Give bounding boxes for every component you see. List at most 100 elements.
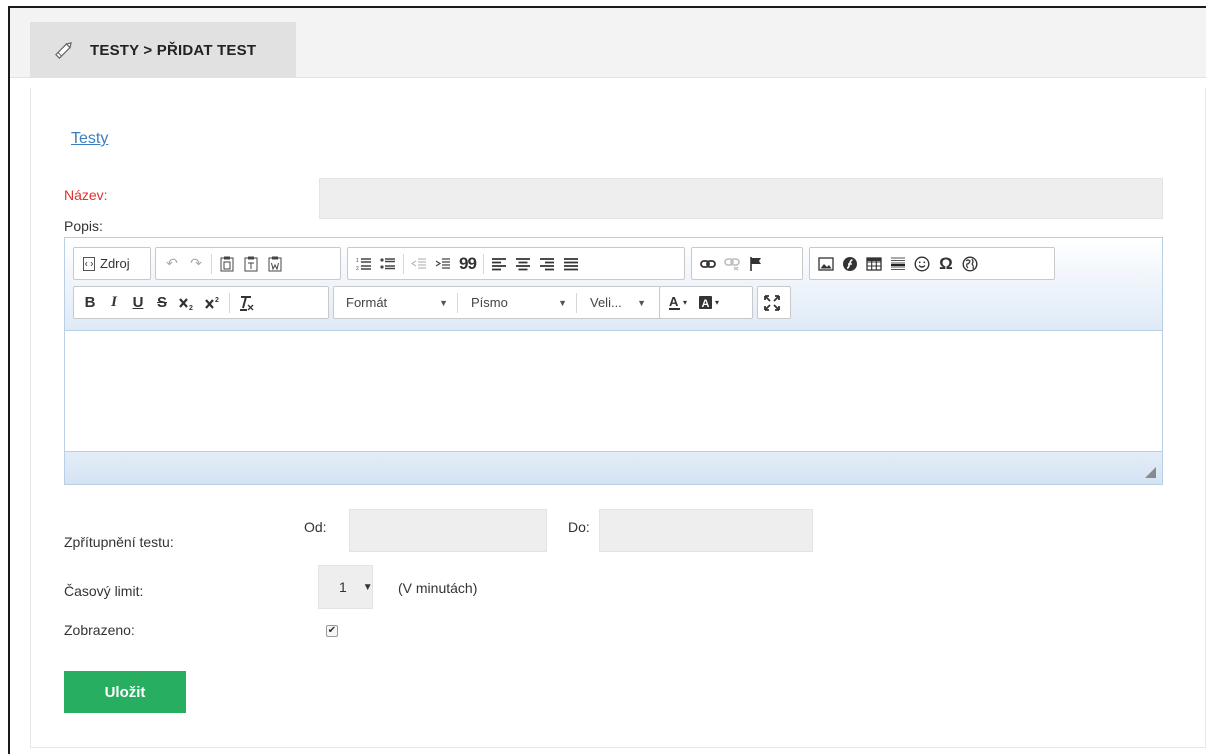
justify-button[interactable] bbox=[559, 251, 583, 276]
subscript-button[interactable]: 2 bbox=[174, 290, 200, 315]
editor-content-area[interactable] bbox=[65, 331, 1162, 451]
paste-icon bbox=[220, 256, 234, 271]
numbered-list-icon: 12 bbox=[356, 258, 371, 271]
toolbar-group-basicstyles: B I U S 2 2 bbox=[73, 286, 329, 319]
iframe-button[interactable] bbox=[958, 251, 982, 276]
name-input[interactable] bbox=[319, 178, 1163, 219]
rich-text-editor: Zdroj ↶ ↷ 1 2 99 Ω B I U S 2 2 Formát ▼ … bbox=[64, 237, 1163, 485]
redo-button[interactable]: ↷ bbox=[184, 251, 208, 276]
to-date-input[interactable] bbox=[599, 509, 813, 552]
time-limit-unit: (V minutách) bbox=[398, 580, 478, 596]
subscript-icon: 2 bbox=[179, 297, 193, 311]
numbered-list-button[interactable]: 12 bbox=[352, 251, 376, 276]
italic-icon: I bbox=[111, 294, 117, 310]
toolbar-separator bbox=[211, 253, 212, 274]
blockquote-button[interactable]: 99 bbox=[455, 251, 480, 276]
background-color-button[interactable]: A ▾ bbox=[694, 290, 726, 315]
checkmark-icon: ✔ bbox=[327, 625, 337, 636]
size-combo[interactable]: Veli... ▼ bbox=[580, 290, 652, 315]
svg-text:2: 2 bbox=[215, 297, 219, 304]
align-center-button[interactable] bbox=[511, 251, 535, 276]
paste-word-icon bbox=[268, 256, 282, 271]
quote-icon: 99 bbox=[459, 253, 477, 273]
smiley-icon bbox=[914, 255, 930, 272]
toolbar-separator bbox=[457, 292, 458, 313]
svg-text:2: 2 bbox=[189, 305, 193, 311]
format-combo[interactable]: Formát ▼ bbox=[336, 290, 454, 315]
image-icon bbox=[818, 256, 834, 271]
smiley-button[interactable] bbox=[910, 251, 934, 276]
remove-format-button[interactable] bbox=[233, 290, 259, 315]
app-frame: TESTY > PŘIDAT TEST Testy Název: Popis: … bbox=[8, 6, 1206, 754]
align-left-button[interactable] bbox=[487, 251, 511, 276]
toolbar-group-insert: Ω bbox=[809, 247, 1055, 280]
unlink-icon bbox=[724, 257, 740, 270]
omega-icon: Ω bbox=[939, 253, 953, 273]
svg-text:▾: ▾ bbox=[683, 298, 687, 307]
background-color-icon: A ▾ bbox=[699, 295, 719, 310]
align-right-button[interactable] bbox=[535, 251, 559, 276]
svg-text:A: A bbox=[669, 295, 679, 309]
displayed-checkbox[interactable]: ✔ bbox=[326, 625, 338, 637]
maximize-button[interactable] bbox=[760, 290, 784, 315]
text-color-button[interactable]: A ▾ bbox=[664, 290, 694, 315]
table-button[interactable] bbox=[862, 251, 886, 276]
breadcrumb-testy-link[interactable]: Testy bbox=[71, 130, 108, 148]
availability-label: Zpřítupnění testu: bbox=[64, 534, 174, 550]
toolbar-group-paragraph: 12 99 bbox=[347, 247, 685, 280]
bulleted-list-icon bbox=[380, 257, 395, 269]
toolbar-separator bbox=[229, 292, 230, 313]
indent-button[interactable] bbox=[431, 251, 455, 276]
indent-icon bbox=[435, 257, 450, 269]
link-button[interactable] bbox=[696, 251, 720, 276]
tab-add-test[interactable]: TESTY > PŘIDAT TEST bbox=[30, 22, 296, 78]
image-button[interactable] bbox=[814, 251, 838, 276]
table-icon bbox=[866, 256, 882, 271]
align-center-icon bbox=[515, 257, 530, 270]
superscript-button[interactable]: 2 bbox=[200, 290, 226, 315]
undo-icon: ↶ bbox=[166, 255, 178, 271]
paste-text-button[interactable] bbox=[239, 251, 263, 276]
time-limit-select[interactable]: 1 ▼ bbox=[318, 565, 373, 609]
paste-button[interactable] bbox=[215, 251, 239, 276]
from-date-input[interactable] bbox=[349, 509, 547, 552]
svg-text:1: 1 bbox=[356, 258, 359, 264]
pencil-icon bbox=[52, 38, 76, 62]
source-icon bbox=[83, 256, 95, 271]
paste-text-icon bbox=[244, 256, 258, 271]
horizontal-rule-button[interactable] bbox=[886, 251, 910, 276]
bulleted-list-button[interactable] bbox=[376, 251, 400, 276]
svg-text:▾: ▾ bbox=[715, 298, 719, 307]
align-right-icon bbox=[539, 257, 554, 270]
link-icon bbox=[700, 259, 716, 268]
strikethrough-icon: S bbox=[156, 294, 167, 311]
special-char-button[interactable]: Ω bbox=[934, 251, 958, 276]
align-left-icon bbox=[491, 257, 506, 270]
unlink-button[interactable] bbox=[720, 251, 744, 276]
anchor-button[interactable] bbox=[744, 251, 768, 276]
toolbar-group-tools bbox=[757, 286, 791, 319]
paste-word-button[interactable] bbox=[263, 251, 287, 276]
toolbar-separator bbox=[482, 253, 484, 274]
outdent-button[interactable] bbox=[407, 251, 431, 276]
text-color-icon: A ▾ bbox=[669, 295, 687, 310]
source-button[interactable]: Zdroj bbox=[78, 251, 134, 276]
undo-button[interactable]: ↶ bbox=[160, 251, 184, 276]
toolbar-group-clipboard: ↶ ↷ bbox=[155, 247, 341, 280]
font-combo[interactable]: Písmo ▼ bbox=[461, 290, 573, 315]
maximize-icon bbox=[764, 294, 780, 311]
chevron-down-icon: ▼ bbox=[439, 297, 448, 308]
strikethrough-button[interactable]: S bbox=[150, 290, 174, 315]
italic-button[interactable]: I bbox=[102, 290, 126, 315]
redo-icon: ↷ bbox=[190, 255, 202, 271]
flag-icon bbox=[750, 256, 761, 271]
svg-text:A: A bbox=[702, 298, 710, 310]
flash-button[interactable] bbox=[838, 251, 862, 276]
resize-handle-icon[interactable] bbox=[1145, 467, 1156, 478]
globe-icon bbox=[962, 255, 978, 272]
main-content: Testy Název: Popis: Zdroj ↶ ↷ 1 2 99 Ω B… bbox=[30, 88, 1206, 748]
bold-button[interactable]: B bbox=[78, 290, 102, 315]
save-button[interactable]: Uložit bbox=[64, 671, 186, 713]
underline-button[interactable]: U bbox=[126, 290, 150, 315]
tab-strip: TESTY > PŘIDAT TEST bbox=[10, 8, 1206, 78]
